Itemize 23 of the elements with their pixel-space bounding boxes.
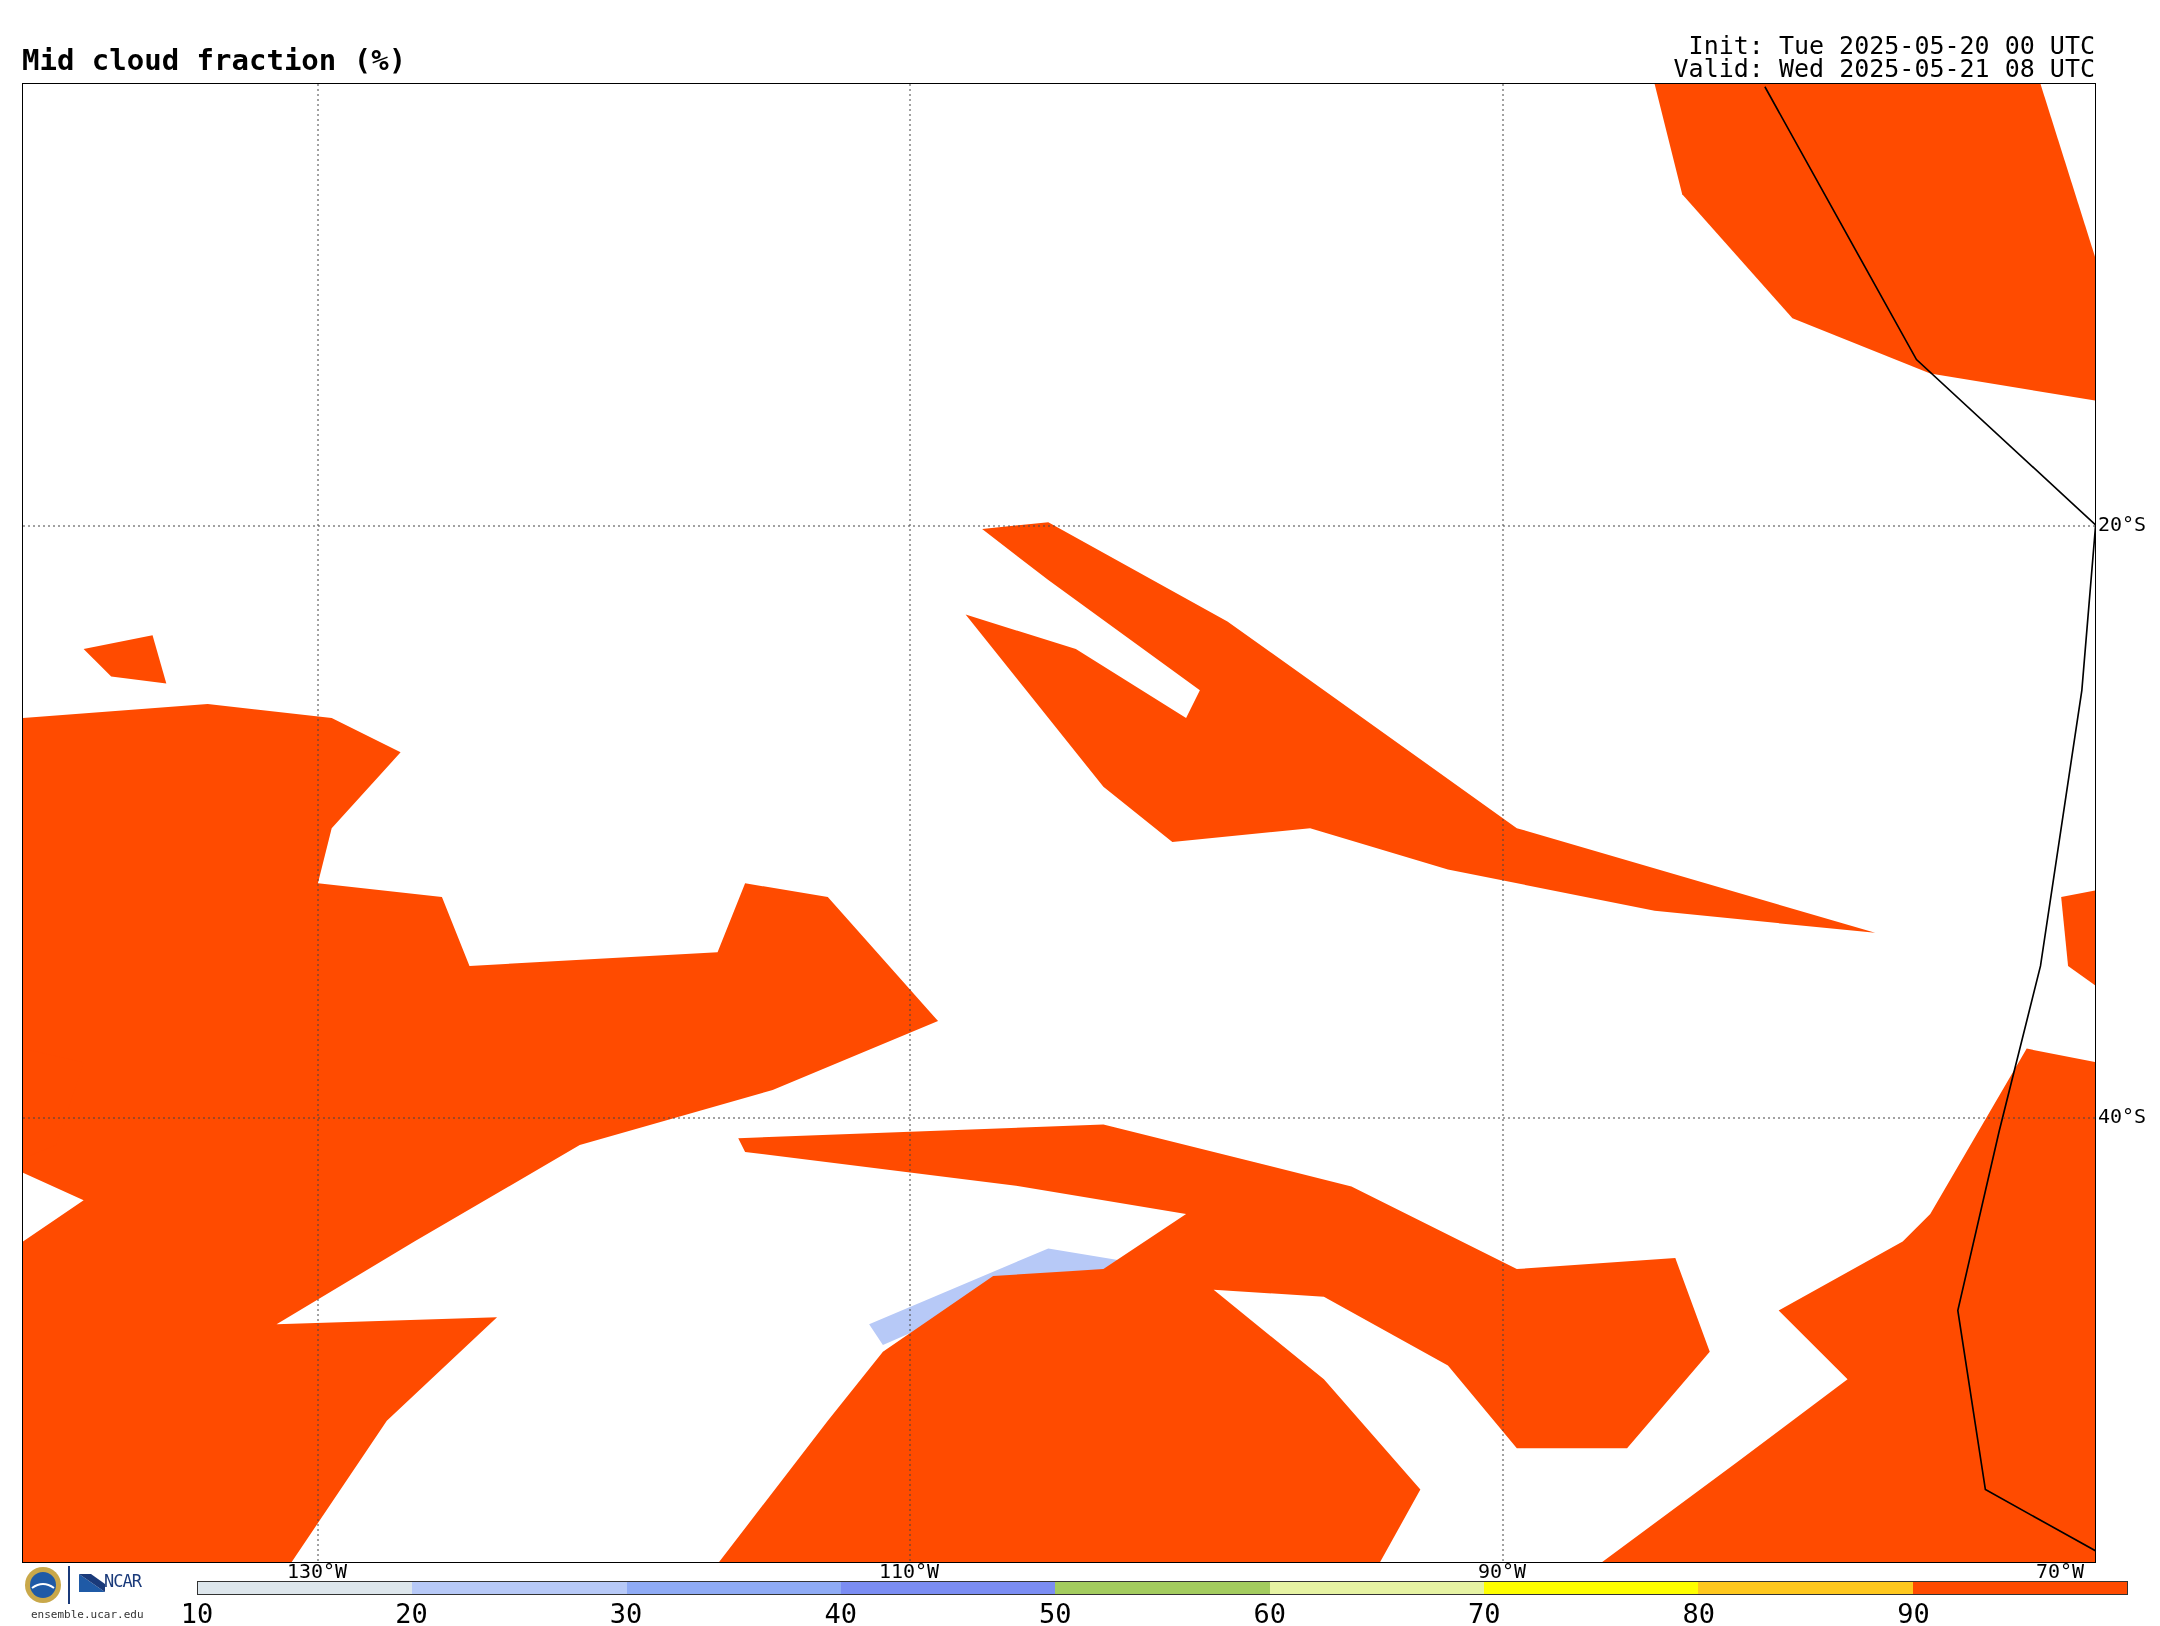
latitude-label: 40°S bbox=[2098, 1106, 2147, 1126]
tick-label: 50 bbox=[1038, 1600, 1072, 1626]
init-time: Init: Tue 2025-05-20 00 UTC bbox=[1688, 33, 2095, 58]
tick-label: 60 bbox=[1253, 1600, 1286, 1626]
chart-title: Mid cloud fraction (%) bbox=[22, 46, 407, 75]
site-address: ensemble.ucar.edu bbox=[31, 1609, 144, 1620]
valid-time: Valid: Wed 2025-05-21 08 UTC bbox=[1673, 56, 2095, 81]
tick-label: 40 bbox=[824, 1600, 857, 1626]
logo-mark-icon bbox=[79, 1574, 105, 1592]
tick-label: 80 bbox=[1682, 1600, 1716, 1626]
tick-label: 10 bbox=[180, 1600, 214, 1626]
latitude-label: 20°S bbox=[2098, 514, 2147, 534]
longitude-label: 130°W bbox=[286, 1561, 348, 1581]
tick-label: 90 bbox=[1897, 1600, 1930, 1626]
logo-text: NCAR bbox=[104, 1573, 141, 1590]
tick-label: 70 bbox=[1468, 1600, 1501, 1626]
longitude-label: 90°W bbox=[1477, 1561, 1527, 1581]
tick-label: 20 bbox=[395, 1600, 428, 1626]
divider-line bbox=[68, 1566, 70, 1604]
longitude-label: 70°W bbox=[2035, 1561, 2085, 1581]
tick-label: 30 bbox=[609, 1600, 643, 1626]
seal-icon bbox=[24, 1566, 62, 1604]
longitude-label: 110°W bbox=[878, 1561, 940, 1581]
